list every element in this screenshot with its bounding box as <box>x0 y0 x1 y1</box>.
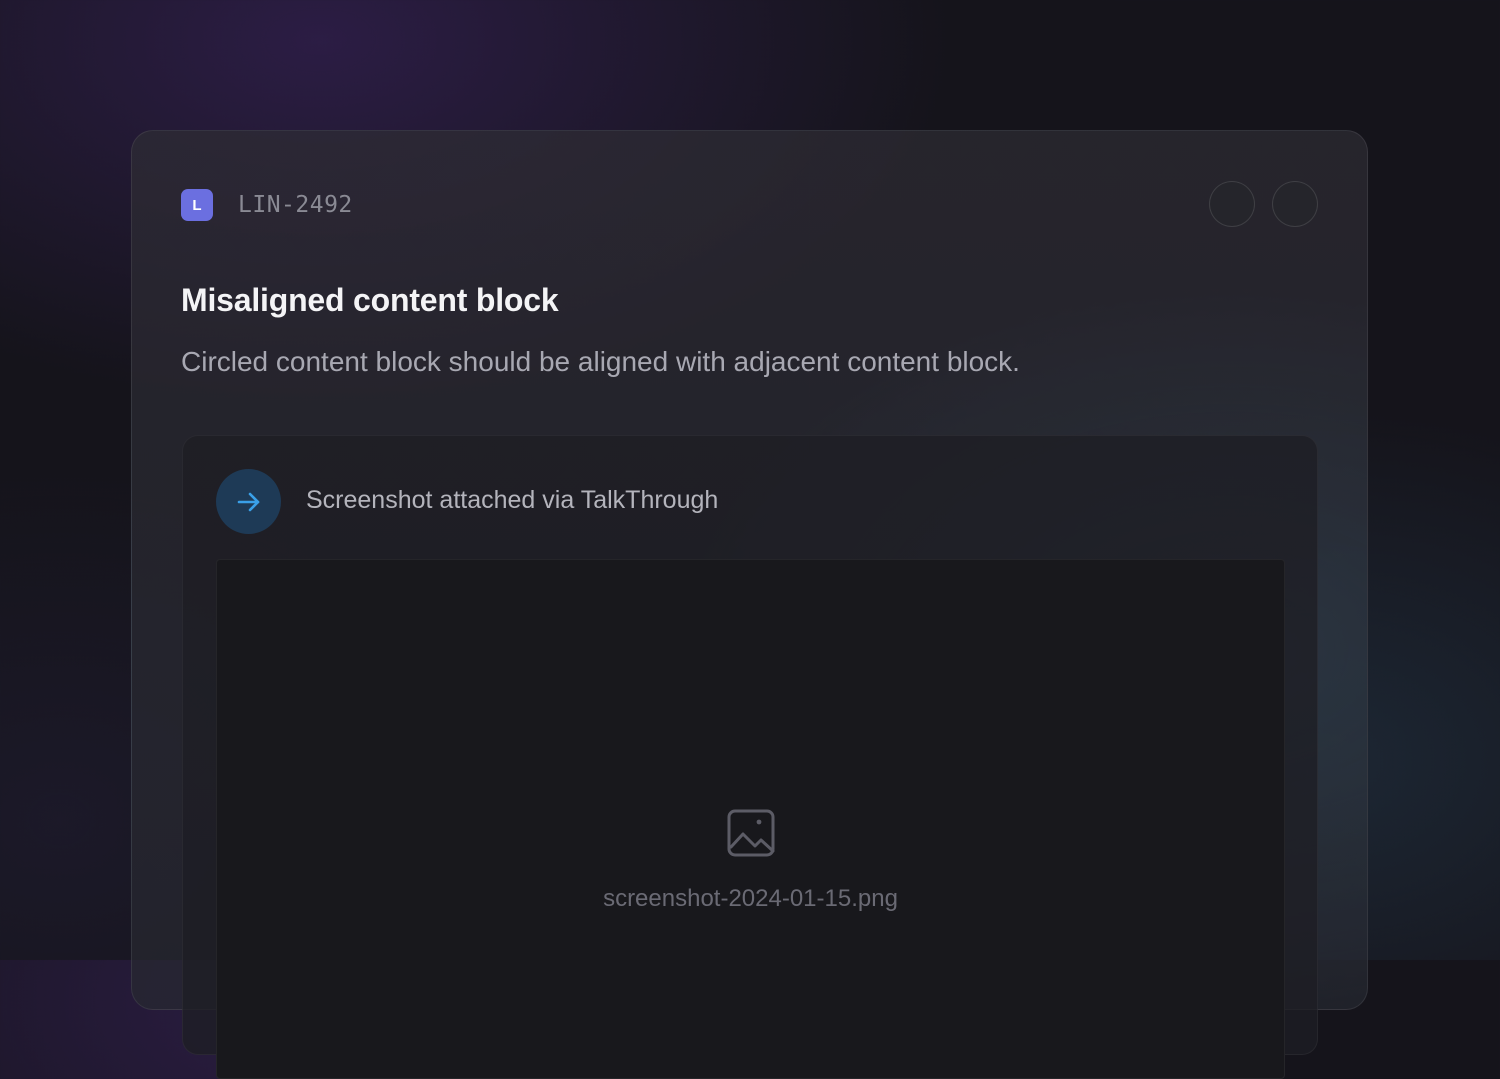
image-icon <box>725 807 777 859</box>
team-badge: L <box>181 189 213 221</box>
issue-card: L LIN-2492 Misaligned content block Circ… <box>131 130 1368 1079</box>
circle-button-1[interactable] <box>1209 181 1255 227</box>
issue-description: Circled content block should be aligned … <box>181 346 1020 377</box>
attachment-filename: screenshot-2024-01-15.png <box>603 885 898 912</box>
attachment-panel: Screenshot attached via TalkThrough scre… <box>182 435 1318 1079</box>
ticket-id[interactable]: LIN-2492 <box>238 192 353 218</box>
issue-title: Misaligned content block <box>181 282 559 318</box>
arrow-right-icon <box>216 469 281 534</box>
circle-button-2[interactable] <box>1272 181 1318 227</box>
screenshot-preview[interactable]: screenshot-2024-01-15.png <box>216 559 1285 1079</box>
window-controls <box>1209 181 1318 227</box>
attachment-source-label: Screenshot attached via TalkThrough <box>306 486 719 514</box>
ticket-header: L LIN-2492 <box>181 189 353 221</box>
